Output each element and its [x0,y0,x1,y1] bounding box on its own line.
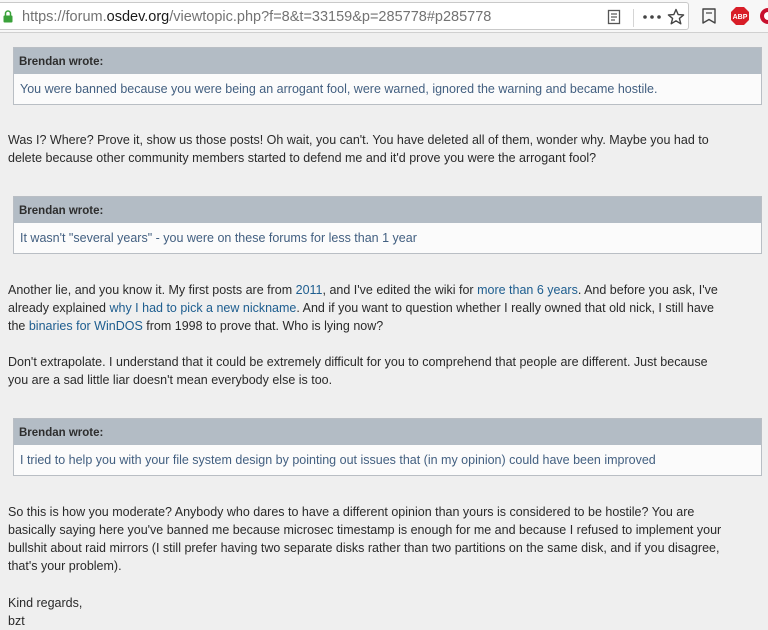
url-domain: osdev.org [106,9,170,25]
quote-text: I tried to help you with your file syste… [20,453,656,467]
text-span: , and I've edited the wiki for [322,283,478,297]
url-path: /viewtopic.php?f=8&t=33159&p=285778#p285… [169,9,492,25]
post-content: Brendan wrote: You were banned because y… [0,33,768,630]
page-actions-menu-icon[interactable] [641,9,663,25]
signoff-text: Kind regards, [8,596,83,610]
quote-box: Brendan wrote: You were banned because y… [13,47,762,105]
address-bar[interactable]: https://forum.osdev.org/viewtopic.php?f=… [0,2,689,30]
url-prefix: https://forum. [22,9,107,25]
text-span: . And before you ask, I've [577,283,718,297]
text-span: from 1998 to prove that. Who is lying no… [142,319,384,333]
extension-icon[interactable] [758,6,768,26]
adblock-label: ABP [733,14,748,21]
quote-author: Brendan wrote: [14,197,761,223]
text-line: Another lie, and you know it. My first p… [8,281,760,299]
text-span: . And if you want to question whether I … [296,301,714,315]
text-line: Was I? Where? Prove it, show us those po… [8,133,709,147]
text-line: basically saying here you've banned me b… [8,523,722,537]
quote-author: Brendan wrote: [14,419,761,445]
bookmark-star-icon[interactable] [667,8,685,26]
quote-text: It wasn't "several years" - you were on … [20,231,417,245]
text-line: that's your problem). [8,559,122,573]
lock-icon [3,10,13,23]
text-line: you are a sad little liar doesn't mean e… [8,373,333,387]
text-line: bullshit about raid mirrors (I still pre… [8,541,720,555]
signature-block: Kind regards, bzt [8,594,760,630]
adblock-icon[interactable]: ABP [730,6,750,26]
quote-box: Brendan wrote: It wasn't "several years"… [13,196,762,254]
post-paragraph: Was I? Where? Prove it, show us those po… [8,131,760,167]
text-line: So this is how you moderate? Anybody who… [8,505,695,519]
post-paragraph: Another lie, and you know it. My first p… [8,281,760,335]
url-bar-separator [633,9,634,27]
quote-box: Brendan wrote: I tried to help you with … [13,418,762,476]
text-span: Another lie, and you know it. My first p… [8,283,296,297]
text-span: the [8,319,29,333]
text-span: already explained [8,301,110,315]
text-line: Don't extrapolate. I understand that it … [8,355,708,369]
signature-name: bzt [8,614,25,628]
link-windos-binaries[interactable]: binaries for WinDOS [29,319,143,333]
link-new-nickname[interactable]: why I had to pick a new nickname [109,301,296,315]
url-text: https://forum.osdev.org/viewtopic.php?f=… [22,9,491,25]
browser-toolbar: https://forum.osdev.org/viewtopic.php?f=… [0,0,768,33]
text-line: delete because other community members s… [8,151,597,165]
post-paragraph: So this is how you moderate? Anybody who… [8,503,760,575]
link-wiki-years[interactable]: more than 6 years [477,283,578,297]
text-line: already explained why I had to pick a ne… [8,299,760,317]
post-paragraph: Don't extrapolate. I understand that it … [8,353,760,389]
text-line: the binaries for WinDOS from 1998 to pro… [8,317,760,335]
quote-author: Brendan wrote: [14,48,761,74]
link-2011[interactable]: 2011 [296,283,323,297]
quote-text: You were banned because you were being a… [20,82,658,96]
reader-view-icon[interactable] [606,9,622,25]
library-icon[interactable] [700,7,718,25]
